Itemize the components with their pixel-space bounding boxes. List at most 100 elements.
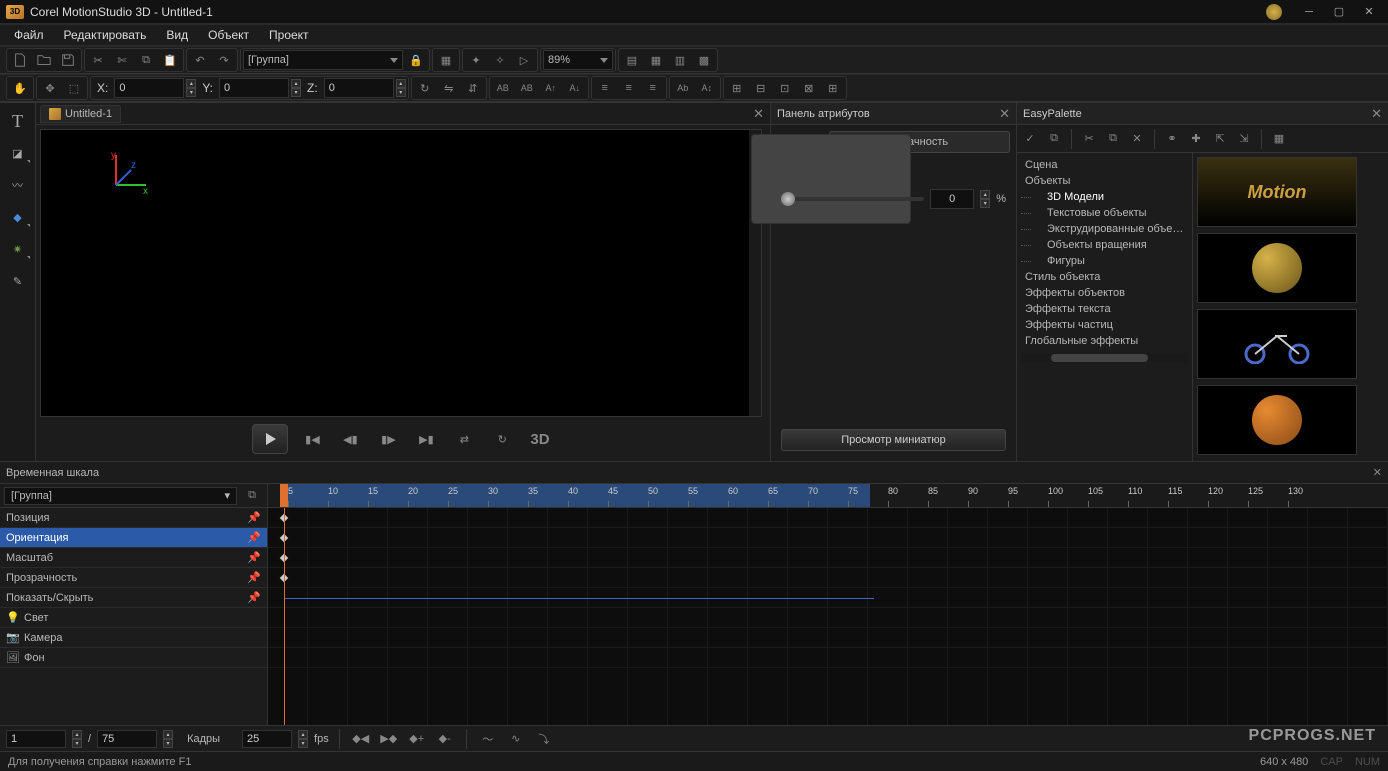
select-rect-icon[interactable]: ⬚: [63, 77, 85, 99]
ep-cut-icon[interactable]: ✂: [1078, 128, 1100, 150]
tree-global-effects[interactable]: Глобальные эффекты: [1017, 333, 1192, 349]
current-frame-spinner[interactable]: ▴▾: [72, 730, 82, 748]
easypalette-close-icon[interactable]: ✕: [1371, 106, 1382, 122]
thumb-bike[interactable]: [1197, 309, 1357, 379]
refresh-button[interactable]: ↻: [488, 425, 516, 453]
kf-prev-icon[interactable]: ◆◀: [350, 728, 372, 750]
ep-add-icon[interactable]: ✚: [1185, 128, 1207, 150]
opacity-slider[interactable]: [781, 197, 924, 201]
ep-delete-icon[interactable]: ✕: [1126, 128, 1148, 150]
tree-rotation-objects[interactable]: Объекты вращения: [1017, 237, 1192, 253]
align-left-icon[interactable]: ≡: [594, 77, 616, 99]
timeline-group-dropdown[interactable]: [Группа]▾: [4, 487, 237, 505]
opacity-input[interactable]: [930, 189, 974, 209]
text-a-icon[interactable]: A↕: [696, 77, 718, 99]
align-center-icon[interactable]: ≡: [618, 77, 640, 99]
render-icon[interactable]: ▦: [435, 49, 457, 71]
group-lock-icon[interactable]: 🔒: [405, 49, 427, 71]
dist-2-icon[interactable]: ⊟: [750, 77, 772, 99]
dist-4-icon[interactable]: ⊠: [798, 77, 820, 99]
rotate-cw-icon[interactable]: ↻: [414, 77, 436, 99]
pizza-icon[interactable]: [1266, 4, 1282, 20]
sparkle-icon[interactable]: ✧: [489, 49, 511, 71]
pin-icon[interactable]: 📌: [247, 551, 261, 564]
ep-paste-icon[interactable]: ⧉: [1043, 128, 1065, 150]
menu-file[interactable]: Файл: [6, 26, 52, 44]
pin-icon[interactable]: 📌: [247, 571, 261, 584]
layout-1-icon[interactable]: ▤: [621, 49, 643, 71]
tree-3d-models[interactable]: 3D Модели: [1017, 189, 1192, 205]
viewport-tab[interactable]: Untitled-1: [40, 105, 121, 123]
menu-object[interactable]: Объект: [200, 26, 257, 44]
pin-icon[interactable]: 📌: [247, 591, 261, 604]
layout-4-icon[interactable]: ▩: [693, 49, 715, 71]
open-folder-icon[interactable]: [33, 49, 55, 71]
kf-del-icon[interactable]: ◆-: [434, 728, 456, 750]
minimize-button[interactable]: ─: [1296, 3, 1322, 21]
thumb-basketball[interactable]: [1197, 385, 1357, 455]
curve-3-icon[interactable]: ⤵: [533, 728, 555, 750]
primitive-tool-icon[interactable]: ◆: [4, 205, 32, 229]
menu-view[interactable]: Вид: [158, 26, 196, 44]
current-frame-input[interactable]: [6, 730, 66, 748]
track-camera[interactable]: 📷Камера: [0, 628, 267, 648]
paste-icon[interactable]: 📋: [159, 49, 181, 71]
track-scale[interactable]: Масштаб📌: [0, 548, 267, 568]
ep-grid-icon[interactable]: ▦: [1268, 128, 1290, 150]
easypalette-tree[interactable]: Сцена Объекты 3D Модели Текстовые объект…: [1017, 153, 1193, 461]
path-tool-icon[interactable]: 〰: [4, 173, 32, 197]
mirror-icon[interactable]: ⇋: [438, 77, 460, 99]
y-spinner[interactable]: ▴▾: [291, 79, 301, 97]
copy-icon[interactable]: ⧉: [135, 49, 157, 71]
tree-scene[interactable]: Сцена: [1017, 157, 1192, 173]
ep-export-icon[interactable]: ⇱: [1209, 128, 1231, 150]
track-orientation[interactable]: Ориентация📌: [0, 528, 267, 548]
move-icon[interactable]: ✥: [39, 77, 61, 99]
fps-input[interactable]: [242, 730, 292, 748]
menu-project[interactable]: Проект: [261, 26, 317, 44]
text-a-up-icon[interactable]: A↑: [540, 77, 562, 99]
tree-objects[interactable]: Объекты: [1017, 173, 1192, 189]
total-frames-spinner[interactable]: ▴▾: [163, 730, 173, 748]
x-spinner[interactable]: ▴▾: [186, 79, 196, 97]
loop-button[interactable]: ⇄: [450, 425, 478, 453]
curve-1-icon[interactable]: 〜: [477, 728, 499, 750]
tracks-canvas[interactable]: [268, 508, 1388, 725]
maximize-button[interactable]: ▢: [1326, 3, 1352, 21]
group-dropdown[interactable]: [Группа]: [243, 50, 403, 70]
tree-object-style[interactable]: Стиль объекта: [1017, 269, 1192, 285]
text-ab1-icon[interactable]: AB: [492, 77, 514, 99]
z-spinner[interactable]: ▴▾: [396, 79, 406, 97]
save-icon[interactable]: [57, 49, 79, 71]
kf-add-icon[interactable]: ◆+: [406, 728, 428, 750]
new-file-icon[interactable]: [9, 49, 31, 71]
text-ab2-icon[interactable]: AB: [516, 77, 538, 99]
preview-thumbnails-button[interactable]: Просмотр миниатюр: [781, 429, 1006, 451]
x-input[interactable]: [114, 78, 184, 98]
track-opacity[interactable]: Прозрачность📌: [0, 568, 267, 588]
viewport-3d[interactable]: y x z: [40, 129, 762, 417]
play-small-icon[interactable]: ▷: [513, 49, 535, 71]
play-button[interactable]: [252, 424, 288, 454]
edit-tool-icon[interactable]: ✎: [4, 269, 32, 293]
track-light[interactable]: 💡Свет: [0, 608, 267, 628]
dist-1-icon[interactable]: ⊞: [726, 77, 748, 99]
z-input[interactable]: [324, 78, 394, 98]
thumb-globe[interactable]: [1197, 233, 1357, 303]
fps-spinner[interactable]: ▴▾: [298, 730, 308, 748]
zoom-dropdown[interactable]: 89%: [543, 50, 613, 70]
tree-text-effects[interactable]: Эффекты текста: [1017, 301, 1192, 317]
kf-next-icon[interactable]: ▶◆: [378, 728, 400, 750]
timeline-area[interactable]: 5101520253035404550556065707580859095100…: [268, 484, 1388, 725]
tree-figures[interactable]: Фигуры: [1017, 253, 1192, 269]
ep-copy-icon[interactable]: ⧉: [1102, 128, 1124, 150]
text-a-down-icon[interactable]: A↓: [564, 77, 586, 99]
flip-icon[interactable]: ⇵: [462, 77, 484, 99]
dist-3-icon[interactable]: ⊡: [774, 77, 796, 99]
next-frame-button[interactable]: ▮▶: [374, 425, 402, 453]
y-input[interactable]: [219, 78, 289, 98]
align-right-icon[interactable]: ≡: [642, 77, 664, 99]
menu-edit[interactable]: Редактировать: [56, 26, 155, 44]
close-button[interactable]: ✕: [1356, 3, 1382, 21]
ep-check-icon[interactable]: ✓: [1019, 128, 1041, 150]
